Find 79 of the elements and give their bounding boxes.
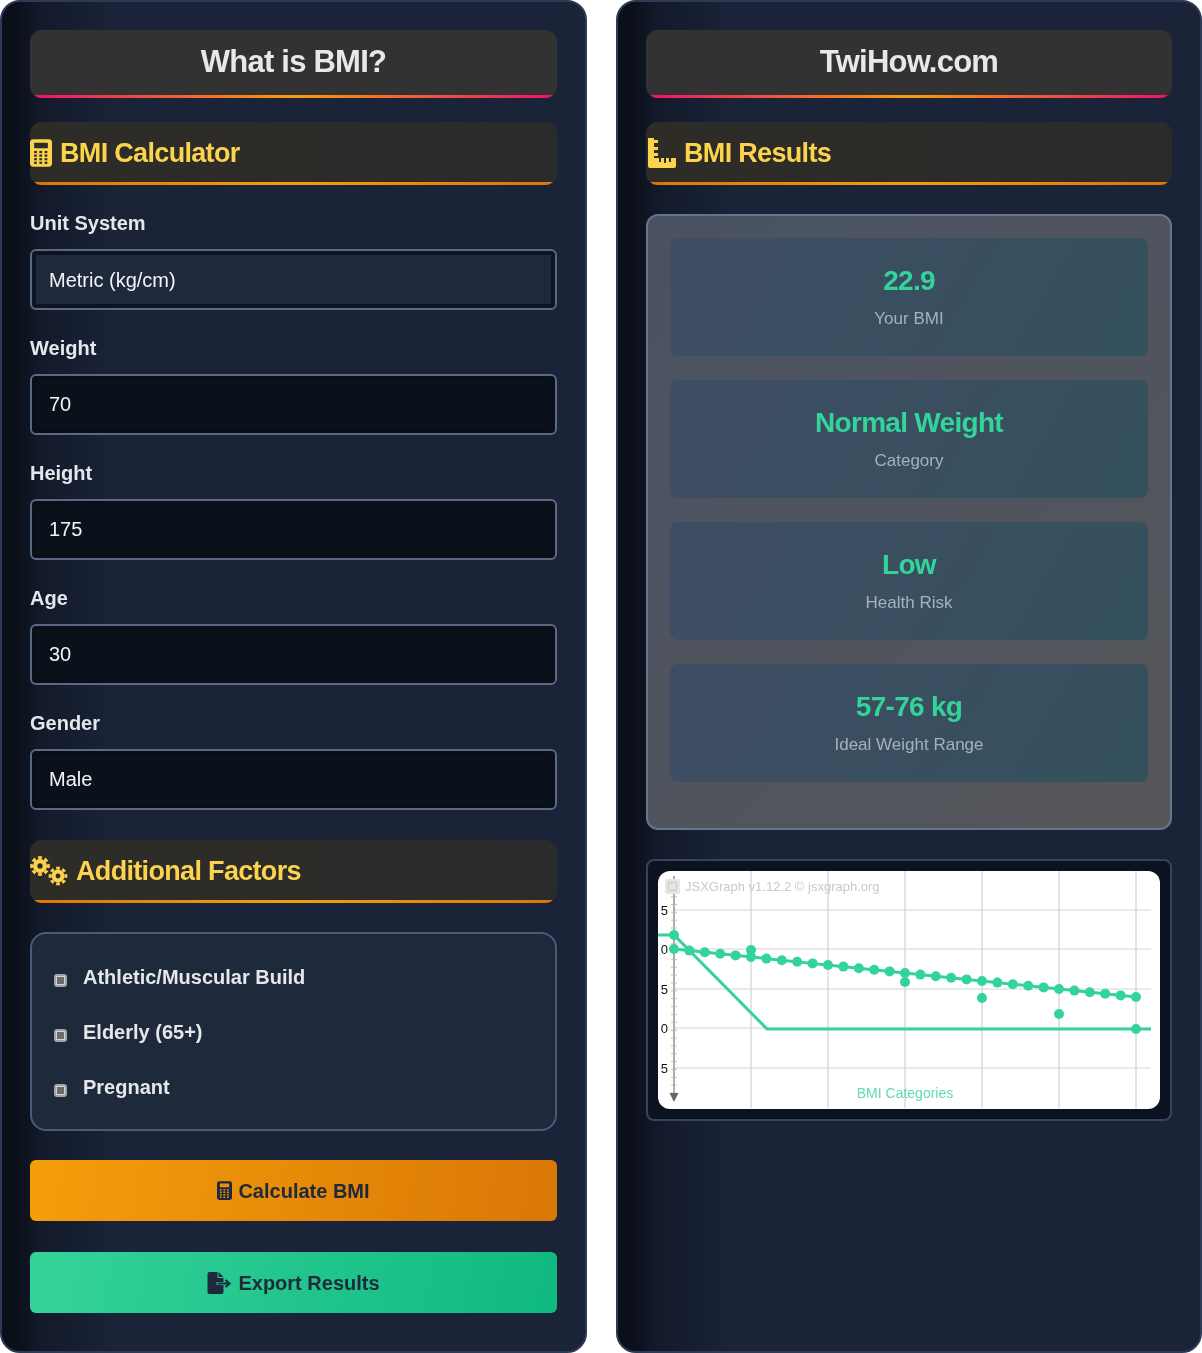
data-point — [930, 971, 941, 982]
data-point — [761, 953, 772, 964]
data-point — [853, 963, 864, 974]
data-point — [838, 961, 849, 972]
data-point — [884, 966, 895, 977]
data-point — [823, 960, 833, 970]
result-value: Low — [882, 549, 936, 581]
y-tick-label: 5 — [660, 982, 668, 997]
data-point — [807, 958, 818, 969]
y-tick-label: 5 — [660, 1061, 668, 1076]
data-point — [669, 944, 679, 954]
data-point — [977, 993, 987, 1003]
page-title: What is BMI? — [200, 43, 387, 82]
checkbox[interactable] — [54, 1029, 67, 1042]
chart-caption: BMI Categories — [856, 1085, 954, 1101]
field-label: Unit System — [30, 211, 147, 235]
data-point — [1115, 990, 1126, 1001]
data-point — [746, 945, 756, 955]
result-label: Ideal Weight Range — [834, 735, 984, 755]
data-point — [1084, 987, 1095, 998]
data-point — [792, 956, 803, 967]
data-point — [1007, 979, 1018, 990]
data-point — [992, 977, 1003, 988]
file-arrow-icon — [207, 1271, 233, 1294]
input-field[interactable]: 175 — [30, 499, 557, 560]
data-point — [900, 977, 910, 987]
checkbox[interactable] — [54, 1084, 67, 1097]
data-point — [977, 976, 987, 986]
data-point — [946, 972, 957, 983]
checkbox-label: Elderly (65+) — [83, 1019, 203, 1045]
input-field[interactable]: 70 — [30, 374, 557, 435]
result-value: 22.9 — [883, 265, 935, 297]
data-point — [730, 950, 741, 961]
checkbox-label: Pregnant — [83, 1074, 170, 1100]
data-point — [684, 945, 695, 956]
data-point — [915, 969, 926, 980]
input-field[interactable]: Male — [30, 749, 557, 810]
gears-icon — [30, 856, 68, 886]
data-point — [961, 974, 972, 985]
field-label: Gender — [30, 711, 102, 735]
calculator-icon — [30, 139, 52, 167]
section-title: Additional Factors — [76, 854, 301, 888]
y-tick-label: 0 — [660, 942, 668, 957]
data-point — [869, 964, 880, 975]
logo-icon — [665, 879, 680, 894]
export-button[interactable]: Export Results — [30, 1252, 557, 1313]
data-point — [1054, 1009, 1064, 1019]
data-point — [1054, 984, 1064, 994]
result-label: Your BMI — [874, 309, 944, 329]
data-point — [669, 930, 679, 940]
result-label: Health Risk — [865, 593, 953, 613]
data-point — [1038, 982, 1049, 993]
data-point — [1131, 1024, 1141, 1034]
checkbox[interactable] — [54, 974, 67, 987]
field-label: Age — [30, 586, 69, 610]
select-field[interactable]: Metric (kg/cm) — [30, 249, 557, 310]
field-label: Weight — [30, 336, 98, 360]
data-point — [1131, 992, 1141, 1002]
section-title: BMI Results — [684, 136, 832, 170]
result-value: 57-76 kg — [855, 691, 963, 723]
calculator-icon — [217, 1181, 233, 1200]
checkbox-label: Athletic/Muscular Build — [83, 964, 306, 990]
field-label: Height — [30, 461, 94, 485]
data-point — [699, 947, 710, 958]
data-point — [1023, 980, 1034, 991]
ruler-icon — [646, 138, 676, 168]
site-title: TwiHow.com — [819, 43, 999, 82]
data-point — [715, 948, 726, 959]
data-point — [900, 968, 910, 978]
input-field[interactable]: 30 — [30, 624, 557, 685]
result-label: Category — [874, 451, 944, 471]
data-point — [1100, 988, 1111, 999]
y-tick-label: 5 — [660, 903, 668, 918]
data-point — [776, 955, 787, 966]
calculate-button[interactable]: Calculate BMI — [30, 1160, 557, 1221]
data-point — [1069, 985, 1080, 996]
section-title: BMI Calculator — [60, 136, 240, 170]
result-value: Normal Weight — [815, 407, 1003, 439]
y-tick-label: 0 — [660, 1021, 668, 1036]
